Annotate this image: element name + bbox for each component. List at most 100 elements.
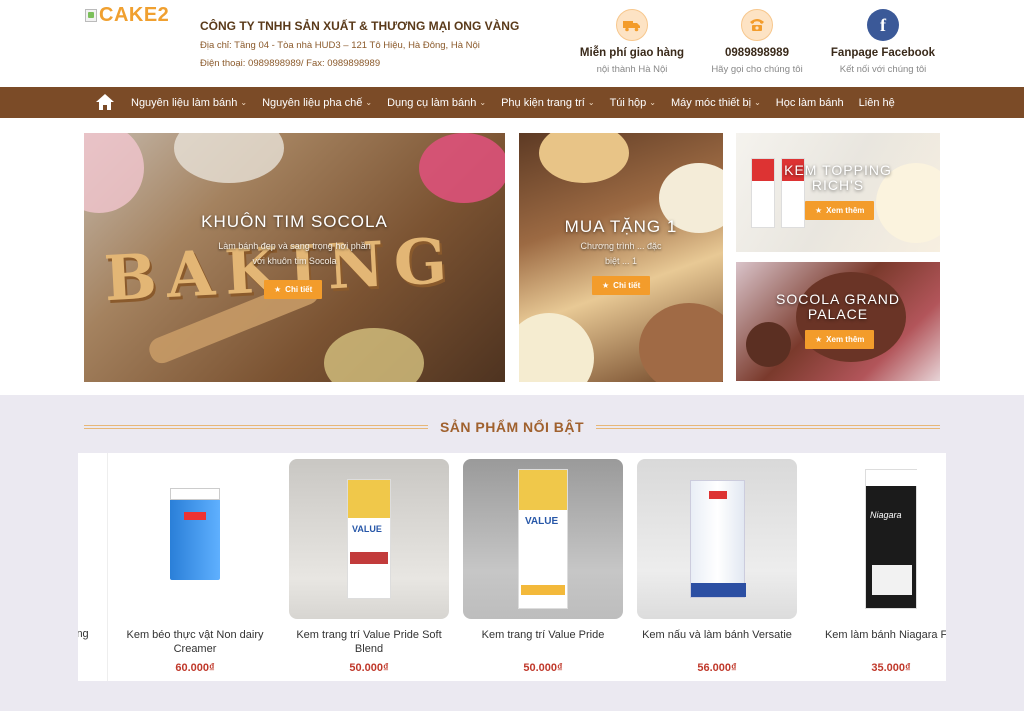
product-card[interactable]: Niagara Kem làm bánh Niagara Far 35.000₫ [811,459,946,674]
product-image[interactable]: Niagara [811,459,946,619]
banner-main[interactable]: BAKING KHUÔN TIM SOCOLA Làm bánh đẹp và … [84,133,505,382]
product-carton [689,480,746,598]
nav-item-dung-cu-lam-banh[interactable]: Dụng cụ làm bánh ⌄ [387,97,486,109]
nav-item-lien-he[interactable]: Liên hệ [859,97,895,109]
carton-logo [184,512,206,520]
product-carousel[interactable]: ing Kem béo thực vật Non dairy Creamer 60… [78,453,946,681]
broken-image-icon [85,9,97,22]
product-image[interactable]: VALUE [463,459,623,619]
product-name[interactable]: Kem nấu và làm bánh Versatie [637,628,797,658]
product-name[interactable]: Kem béo thực vật Non dairy Creamer [115,628,275,658]
title-line: KEM TOPPING [784,162,892,178]
company-phone: Điện thoại: 0989898989/ Fax: 0989898989 [200,58,381,69]
decor-bowl [84,133,144,213]
product-image[interactable] [115,459,275,619]
baking-letters: BAKING [102,223,459,316]
product-price: 50.000₫ [523,662,563,674]
name-line: Creamer [173,643,217,655]
nav-label: Phụ kiện trang trí [501,96,585,109]
product-card[interactable]: Kem béo thực vật Non dairy Creamer 60.000… [115,459,275,674]
carton-brand: VALUE [352,524,382,534]
product-image[interactable]: VALUE [289,459,449,619]
banner-middle-button[interactable]: ★ Chi tiết [592,276,651,295]
product-name[interactable]: Kem trang trí Value Pride Soft Blend [289,628,449,658]
product-carton: VALUE [347,479,391,599]
banner-bottom-right[interactable]: SOCOLA GRAND PALACE ★ Xem thêm [736,262,940,381]
product-card[interactable]: Kem nấu và làm bánh Versatie 56.000₫ [637,459,797,674]
hotline-sub: Hãy gọi cho chúng tôi [711,64,803,75]
nav-label: Túi hộp [609,96,647,109]
decor-cupcake [519,313,594,382]
banner-main-line2: với khuôn tim Socola [252,256,337,266]
site-logo[interactable]: CAKE2 [85,4,169,27]
nav-item-tui-hop[interactable]: Túi hộp ⌄ [610,97,656,109]
chevron-down-icon: ⌄ [240,98,248,107]
banner-top-right-button[interactable]: ★ Xem thêm [805,201,875,220]
banner-top-right-title: KEM TOPPING RICH'S [736,163,940,193]
featured-products-section: SẢN PHẨM NỔI BẬT ing Kem béo thực vật No… [0,395,1024,711]
product-name[interactable]: Kem trang trí Value Pride [463,628,623,658]
main-nav: Nguyên liệu làm bánh ⌄ Nguyên liệu pha ch… [0,87,1024,118]
product-price: 56.000₫ [697,662,737,674]
nav-item-nguyen-lieu-pha-che[interactable]: Nguyên liệu pha chế ⌄ [262,97,372,109]
home-icon[interactable] [95,92,115,112]
chevron-down-icon: ⌄ [649,98,656,107]
section-title: SẢN PHẨM NỔI BẬT [439,419,585,435]
name-line: Kem trang trí Value Pride Soft [296,629,442,641]
product-price: 50.000₫ [349,662,389,674]
banner-top-right[interactable]: KEM TOPPING RICH'S ★ Xem thêm [736,133,940,252]
company-name: CÔNG TY TNHH SẢN XUẤT & THƯƠNG MẠI ONG V… [200,19,520,33]
banner-middle-line2: biệt ... 1 [604,256,638,266]
free-shipping-box: Miễn phí giao hàng nội thành Hà Nội [567,9,697,75]
nav-label: Dụng cụ làm bánh [387,96,477,109]
product-carton [170,488,220,580]
nav-item-hoc-lam-banh[interactable]: Học làm bánh [776,97,844,109]
company-address: Địa chỉ: Tầng 04 - Tòa nhà HUD3 – 121 Tô… [200,40,480,51]
nav-item-phu-kien-trang-tri[interactable]: Phụ kiện trang trí ⌄ [501,97,594,109]
chevron-down-icon: ⌄ [365,98,373,107]
product-card[interactable]: VALUE Kem trang trí Value Pride Soft Blen… [289,459,449,674]
banner-bottom-right-button[interactable]: ★ Xem thêm [805,330,875,349]
product-image[interactable] [637,459,797,619]
banner-main-button[interactable]: ★ Chi tiết [264,280,323,299]
button-label: Xem thêm [826,335,865,344]
carton-brand: VALUE [525,516,559,527]
product-name[interactable]: Kem làm bánh Niagara Far [811,628,946,658]
banner-middle[interactable]: MUA TẶNG 1 Chương trình ... đặc biệt ...… [519,133,723,382]
carton-logo [708,491,727,499]
product-carton: Niagara [865,469,918,609]
chevron-down-icon: ⌄ [587,98,595,107]
heading-divider [84,425,428,429]
nav-label: Học làm bánh [775,96,844,109]
title-line: PALACE [807,306,869,322]
product-carton: VALUE [518,469,568,609]
chevron-down-icon: ⌄ [754,98,761,107]
banner-middle-title: MUA TẶNG 1 [564,217,678,236]
banner-main-line1: Làm bánh đẹp và sang trọng hơi phần [218,241,371,251]
free-shipping-title: Miễn phí giao hàng [579,47,685,59]
decor-sugar-bowl [324,328,424,382]
decor-chocolate-heart [746,322,791,367]
hotline-number: 0989898989 [725,47,789,59]
company-info: CÔNG TY TNHH SẢN XUẤT & THƯƠNG MẠI ONG V… [200,19,519,69]
nav-item-nguyen-lieu-lam-banh[interactable]: Nguyên liệu làm bánh ⌄ [131,97,247,109]
title-line: SOCOLA GRAND [775,291,901,307]
hotline-box[interactable]: 0989898989 Hãy gọi cho chúng tôi [692,9,822,75]
product-card[interactable]: VALUE Kem trang trí Value Pride 50.000₫ [463,459,623,674]
carton-label [872,565,912,595]
nav-label: Liên hệ [858,96,895,109]
button-label: Xem thêm [826,206,865,215]
star-icon: ★ [602,281,610,290]
star-icon: ★ [274,285,282,294]
decor-sprinkles [419,133,505,203]
facebook-sub: Kết nối với chúng tôi [839,64,927,75]
card-divider [107,453,108,681]
name-line: Blend [354,643,384,655]
facebook-box[interactable]: f Fanpage Facebook Kết nối với chúng tôi [818,9,948,75]
carton-label [521,585,565,595]
nav-label: Nguyên liệu làm bánh [131,96,238,109]
carton-top [170,488,220,500]
product-price: 35.000₫ [871,662,911,674]
banner-main-title: KHUÔN TIM SOCOLA [201,212,388,231]
nav-item-may-moc-thiet-bi[interactable]: Máy móc thiết bị ⌄ [671,97,761,109]
